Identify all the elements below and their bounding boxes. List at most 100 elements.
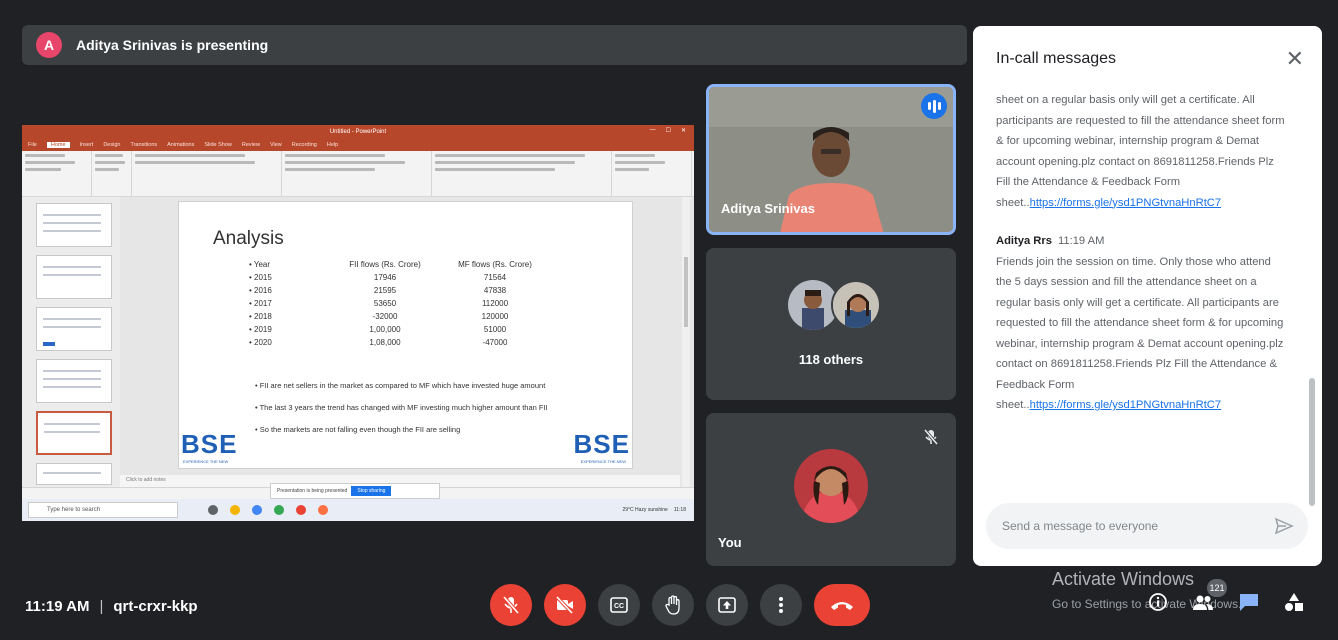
activities-icon[interactable] [1284,592,1304,612]
table-cell: 1,08,000 [369,338,401,347]
meeting-side-controls [1148,592,1304,612]
svg-text:CC: CC [614,603,624,610]
end-call-icon [831,602,853,610]
sharing-toast: Presentation is being presented Stop sha… [270,483,440,499]
table-header-row: • Year FII flows (Rs. Crore) MF flows (R… [249,258,549,271]
chat-messages: sheet on a regular basis only will get a… [996,90,1286,416]
participant-name: Aditya Srinivas [721,201,815,216]
slide-thumbnail [36,255,112,299]
bse-logo-sub-left: EXPERIENCE THE NEW [183,459,229,464]
slide-thumbnail [36,203,112,247]
taskbar-search: Type here to search [28,502,178,518]
close-icon[interactable]: ✕ [1286,46,1304,72]
ppt-tab: Transitions [130,142,158,148]
ppt-tab: Help [326,142,339,148]
hand-icon [665,595,680,615]
table-header: MF flows (Rs. Crore) [458,260,532,269]
table-row: • 2020 1,08,000 -47000 [249,336,549,349]
bullet-text: FII are net sellers in the market as com… [259,381,546,390]
ppt-tab: Review [241,142,260,148]
mic-toggle-button[interactable] [490,584,532,626]
captions-button[interactable]: CC [598,584,640,626]
message-link[interactable]: https://forms.gle/ysd1PNGtvnaHnRtC7 [1030,399,1222,411]
slide-thumbnail [36,463,112,485]
ppt-tab: Recording [291,142,317,148]
participant-tile-self[interactable]: You [706,413,956,566]
ppt-tab: File [28,142,37,148]
taskbar-tray: 29°C Hazy sunshine 11:18 [622,507,686,513]
speaking-indicator-icon [921,93,947,119]
slide-title: Analysis [213,228,284,249]
slide-canvas: Analysis • Year FII flows (Rs. Crore) MF… [178,201,633,469]
ribbon-group [22,151,92,196]
taskbar-weather: 29°C Hazy sunshine [622,507,668,513]
message-input[interactable]: Send a message to everyone [986,503,1308,549]
table-row: • 2018 -32000 120000 [249,310,549,323]
meeting-time: 11:19 AM [25,598,90,615]
table-header: FII flows (Rs. Crore) [349,260,421,269]
ppt-scrollbar [682,197,690,487]
ppt-tab: Design [103,142,121,148]
ribbon-group [432,151,612,196]
ppt-tab: Slide Show [204,142,232,148]
shared-screen[interactable]: Untitled - PowerPoint — ☐ ✕ File Home Inse… [22,125,694,521]
table-cell: 71564 [483,273,507,282]
slide-thumbnails [22,197,120,487]
others-count-label: 118 others [798,352,864,367]
table-header: • Year [249,260,271,269]
message-input-placeholder: Send a message to everyone [1002,519,1159,533]
message-sender: Aditya Rrs [996,235,1052,247]
table-cell: 47838 [483,286,507,295]
table-row: • 2015 17946 71564 [249,271,549,284]
table-cell: 120000 [481,312,509,321]
ppt-workspace: Analysis • Year FII flows (Rs. Crore) MF… [22,197,694,487]
participant-tile-others[interactable]: 118 others [706,248,956,400]
bse-logo-sub-right: EXPERIENCE THE NEW [580,459,626,464]
in-call-messages-panel: In-call messages ✕ sheet on a regular ba… [973,26,1322,566]
meeting-info: 11:19 AM | qrt-crxr-kkp [25,598,198,615]
message-header: Aditya Rrs 11:19 AM [996,231,1286,252]
captions-icon: CC [610,597,628,613]
chat-scrollbar[interactable] [1309,378,1315,506]
leave-call-button[interactable] [814,584,870,626]
bullet-text: The last 3 years the trend has changed w… [259,403,548,412]
chat-message: sheet on a regular basis only will get a… [996,90,1286,213]
message-time: 11:19 AM [1057,235,1105,247]
panel-title: In-call messages [996,50,1117,67]
slide-thumbnail-selected [36,411,112,455]
participant-tile-active[interactable]: Aditya Srinivas [706,84,956,235]
meet-window: A Aditya Srinivas is presenting Untitled… [0,0,1338,640]
windows-taskbar: Type here to search 29°C Hazy sunshine 1… [22,499,694,521]
slide-thumbnail [36,359,112,403]
slide-bullet: • FII are net sellers in the market as c… [255,381,546,390]
presenter-avatar: A [36,32,62,58]
chat-icon[interactable] [1238,592,1260,612]
table-cell: • 2017 [249,299,272,308]
ppt-ribbon [22,151,694,197]
info-icon[interactable] [1148,592,1168,612]
toast-text: Presentation is being presented [277,488,348,494]
send-icon[interactable] [1274,516,1294,536]
more-vert-icon [779,597,783,613]
ribbon-group [92,151,132,196]
call-controls: CC [490,584,870,626]
table-row: • 2017 53650 112000 [249,297,549,310]
bse-logo-left: BSE [181,429,238,459]
bse-logo-right: BSE [573,429,630,459]
ribbon-group [282,151,432,196]
raise-hand-button[interactable] [652,584,694,626]
more-options-button[interactable] [760,584,802,626]
message-link[interactable]: https://forms.gle/ysd1PNGtvnaHnRtC7 [1030,197,1222,209]
table-row: • 2016 21595 47838 [249,284,549,297]
ppt-title-bar: Untitled - PowerPoint — ☐ ✕ [22,125,694,139]
present-screen-icon [718,597,736,613]
table-cell: -32000 [372,312,398,321]
ppt-tab: Home [46,142,70,148]
message-text: sheet on a regular basis only will get a… [996,94,1285,209]
taskbar-clock: 11:18 [673,507,686,513]
camera-toggle-button[interactable] [544,584,586,626]
present-button[interactable] [706,584,748,626]
ribbon-group [612,151,692,196]
ppt-app-title: Untitled - PowerPoint [329,129,387,135]
ribbon-group [132,151,282,196]
